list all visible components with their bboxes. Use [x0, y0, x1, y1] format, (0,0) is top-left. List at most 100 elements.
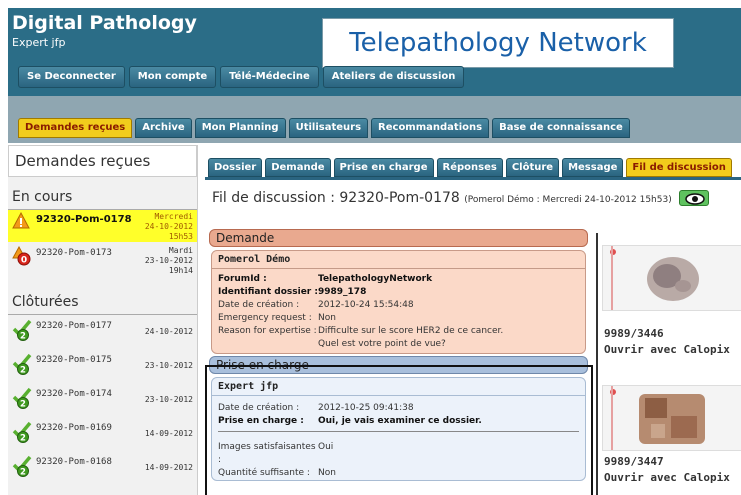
my-account-button[interactable]: Mon compte [128, 66, 217, 88]
slide-thumbnail[interactable] [602, 385, 741, 451]
case-item[interactable]: 92320-Pom-0178 Mercredi 24-10-2012 15h53 [8, 210, 197, 242]
prise-heading[interactable]: Prise en charge [209, 356, 588, 374]
field-label: Date de création : [218, 300, 300, 310]
badge-count: 0 [21, 256, 27, 266]
closed-case-item[interactable]: 2 92320-Pom-0175 23-10-2012 [8, 349, 197, 383]
case-id: 92320-Pom-0168 [36, 457, 112, 467]
case-date: Mardi 23-10-2012 19h14 [145, 246, 193, 276]
field-label: Quantité suffisante : [218, 468, 310, 478]
case-date-value: 24-10-2012 [144, 222, 193, 231]
badge-count: 2 [20, 399, 26, 409]
top-nav: Se Deconnecter Mon compte Télé-Médecine … [18, 66, 465, 88]
badge-count: 2 [20, 433, 26, 443]
field-row: Quantité suffisante : Non [212, 467, 585, 480]
case-id: 92320-Pom-0175 [36, 355, 112, 365]
field-row: Quel est votre point de vue? [212, 338, 585, 351]
field-label: Date de création : [218, 403, 300, 413]
field-value: Oui, je vais examiner ce dossier. [318, 416, 482, 426]
closed-case-item[interactable]: 2 92320-Pom-0174 23-10-2012 [8, 383, 197, 417]
alert-zero-icon: 0 [12, 245, 32, 266]
case-id: 92320-Pom-0177 [36, 321, 112, 331]
case-tabs: Dossier Demande Prise en charge Réponses… [205, 158, 741, 180]
field-value: 2012-10-24 15:54:48 [318, 300, 414, 310]
closed-case-item[interactable]: 2 92320-Pom-0168 14-09-2012 [8, 451, 197, 485]
tab-demande[interactable]: Demande [265, 158, 331, 177]
subnav-knowledge-base[interactable]: Base de connaissance [492, 118, 630, 138]
field-label [218, 338, 318, 351]
field-row: ForumId : TelepathologyNetwork [212, 273, 585, 286]
view-button[interactable] [679, 190, 710, 206]
check-badge-icon: 2 [12, 319, 32, 341]
field-value: TelepathologyNetwork [318, 274, 433, 284]
demande-block: Pomerol Démo ForumId : TelepathologyNetwo… [211, 250, 586, 354]
discussion-workshops-button[interactable]: Ateliers de discussion [322, 66, 465, 88]
field-value: Non [318, 313, 336, 323]
slides-panel: 9989/3446 Ouvrir avec Calopix 9989/3447 … [596, 233, 741, 495]
field-label: ForumId : [218, 274, 267, 284]
telemedicine-button[interactable]: Télé-Médecine [220, 66, 319, 88]
subnav-planning[interactable]: Mon Planning [194, 118, 286, 138]
field-value: Difficulte sur le score HER2 de ce cance… [318, 326, 504, 336]
prise-block: Expert jfp Date de création : 2012-10-25 … [211, 377, 586, 481]
slide-label-strip [611, 386, 613, 450]
tab-dossier[interactable]: Dossier [208, 158, 263, 177]
field-label: Identifiant dossier : [218, 287, 318, 297]
divider [218, 431, 579, 432]
subnav-users[interactable]: Utilisateurs [288, 118, 369, 138]
badge-count: 2 [20, 331, 26, 341]
tab-message[interactable]: Message [562, 158, 624, 177]
sidebar-title: Demandes reçues [8, 145, 197, 177]
sub-nav: Demandes reçues Archive Mon Planning Uti… [18, 118, 630, 138]
closed-heading: Clôturées [8, 290, 197, 315]
field-row: Emergency request : Non [212, 312, 585, 325]
field-row: Prise en charge : Oui, je vais examiner c… [212, 415, 585, 428]
discussion-thread: Demande Pomerol Démo ForumId : Telepathol… [205, 225, 592, 495]
case-date: 14-09-2012 [144, 463, 193, 472]
thread-title-text: Fil de discussion : 92320-Pom-0178 [212, 190, 460, 206]
demande-heading[interactable]: Demande [209, 229, 588, 247]
subnav-recommendations[interactable]: Recommandations [371, 118, 490, 138]
tab-prise-en-charge[interactable]: Prise en charge [333, 158, 434, 177]
requests-sidebar: Demandes reçues En cours 92320-Pom-0178 … [8, 145, 198, 495]
open-calopix-link[interactable]: Ouvrir avec Calopix [604, 471, 730, 484]
badge-count: 2 [20, 365, 26, 375]
check-badge-icon: 2 [12, 353, 32, 375]
field-label: Emergency request : [218, 313, 312, 323]
slide-thumbnail[interactable] [602, 245, 741, 311]
tab-cloture[interactable]: Clôture [505, 158, 560, 177]
field-row: Images satisfaisantes : Oui [212, 441, 585, 467]
closed-case-item[interactable]: 2 92320-Pom-0169 14-09-2012 [8, 417, 197, 451]
slide-number: 9989/3447 [604, 455, 664, 468]
logout-button[interactable]: Se Deconnecter [18, 66, 125, 88]
case-id: 92320-Pom-0178 [36, 214, 132, 225]
open-calopix-link[interactable]: Ouvrir avec Calopix [604, 343, 730, 356]
case-id: 92320-Pom-0173 [36, 248, 112, 258]
field-value: 9989_178 [318, 287, 367, 297]
subnav-archive[interactable]: Archive [135, 118, 192, 138]
case-date: 14-09-2012 [144, 429, 193, 438]
field-value: Quel est votre point de vue? [318, 339, 446, 349]
eye-icon [685, 193, 705, 205]
tab-discussion-thread[interactable]: Fil de discussion [626, 158, 732, 177]
slide-label-strip [611, 246, 613, 310]
field-value: Oui [318, 442, 334, 452]
check-badge-icon: 2 [12, 455, 32, 477]
tissue-image [610, 389, 705, 444]
badge-count: 2 [20, 467, 26, 477]
field-value: Non [318, 468, 336, 478]
case-date: 23-10-2012 [144, 395, 193, 404]
page-title: Fil de discussion : 92320-Pom-0178 (Pome… [212, 190, 710, 206]
tissue-image [610, 249, 699, 301]
case-item[interactable]: 0 92320-Pom-0173 Mardi 23-10-2012 19h14 [8, 244, 197, 278]
in-progress-heading: En cours [8, 185, 197, 210]
field-row: Reason for expertise : Difficulte sur le … [212, 325, 585, 338]
user-name: Expert jfp [12, 36, 66, 49]
tab-reponses[interactable]: Réponses [436, 158, 503, 177]
banner-text: Telepathology Network [349, 28, 647, 58]
demande-author: Pomerol Démo [212, 251, 585, 269]
subnav-received-requests[interactable]: Demandes reçues [18, 118, 133, 138]
field-row: Identifiant dossier :9989_178 [212, 286, 585, 299]
field-row: Date de création : 2012-10-25 09:41:38 [212, 402, 585, 415]
closed-case-item[interactable]: 2 92320-Pom-0177 24-10-2012 [8, 315, 197, 349]
slide-number: 9989/3446 [604, 327, 664, 340]
